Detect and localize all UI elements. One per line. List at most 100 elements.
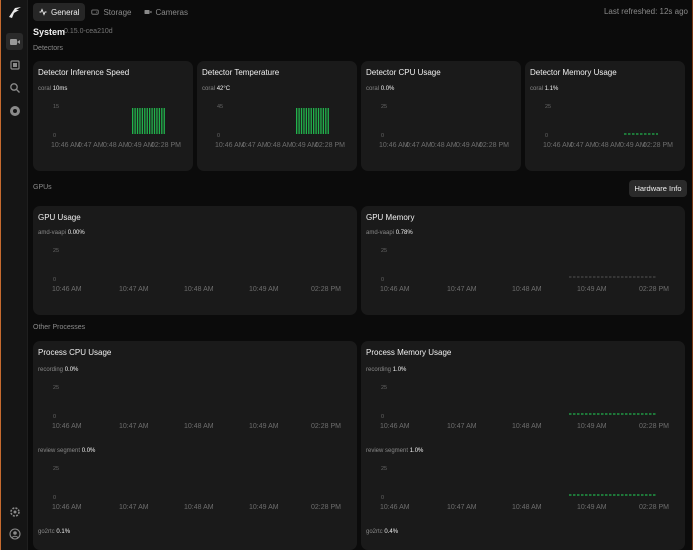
x-tick-label: 02:28 PM (311, 286, 341, 293)
chart-bar (146, 108, 148, 134)
hardware-info-button[interactable]: Hardware Info (629, 180, 687, 197)
series-value: 0.78% (395, 230, 413, 236)
chart-bar (132, 108, 134, 134)
process-card: Process CPU Usage recording 0.0% 25 0 10:46 … (33, 341, 357, 550)
series-stat: coral 0.0% (366, 86, 394, 92)
x-tick-label: 0:49 AM (620, 142, 646, 149)
search-icon (9, 82, 20, 93)
sidebar-item-settings[interactable] (6, 503, 23, 520)
x-tick-label: 10:49 AM (249, 504, 279, 511)
x-tick-label: 10:47 AM (119, 504, 149, 511)
chart-bar (298, 108, 300, 134)
series-stat: coral 42°C (202, 86, 230, 92)
sidebar-item-export[interactable] (6, 102, 23, 119)
series-name: coral (366, 86, 380, 92)
tab-cameras[interactable]: Cameras (138, 3, 194, 21)
series-value: 0.0% (380, 86, 395, 92)
card-title: Process CPU Usage (38, 348, 112, 357)
gpu-card: GPU Memory amd-vaapi 0.78% 25 0 10:46 AM 10:4… (361, 206, 685, 315)
x-tick-label: 10:49 AM (249, 423, 279, 430)
chart-bar (161, 108, 163, 134)
tab-storage[interactable]: Storage (85, 3, 137, 21)
series-name: amd-vaapi (38, 230, 67, 236)
x-tick-label: 10:48 AM (512, 504, 542, 511)
x-tick-label: 02:28 PM (151, 142, 181, 149)
x-tick-label: 10:46 AM (379, 142, 409, 149)
chart-bar (156, 108, 158, 134)
chart-bar (296, 108, 298, 134)
chart-bar (303, 108, 305, 134)
camera-icon (144, 10, 151, 14)
detector-card: Detector Memory Usage coral 1.1% 25 0 10:46 … (525, 61, 685, 171)
detector-card: Detector CPU Usage coral 0.0% 25 0 10:46 AM 0… (361, 61, 521, 171)
series-plot (33, 466, 357, 500)
sidebar-item-live[interactable] (6, 33, 23, 50)
user-icon (8, 527, 21, 540)
series-value: 10ms (52, 86, 68, 92)
x-tick-label: 0:49 AM (292, 142, 318, 149)
chart-bar (149, 108, 151, 134)
tab-label: Cameras (155, 7, 188, 17)
sidebar-item-explore[interactable] (6, 79, 23, 96)
x-tick-label: 02:28 PM (311, 504, 341, 511)
gpu-card: GPU Usage amd-vaapi 0.00% 25 0 10:46 AM 10:47… (33, 206, 357, 315)
tab-general[interactable]: General (33, 3, 86, 21)
x-tick-label: 02:28 PM (315, 142, 345, 149)
series-value: 42°C (216, 86, 231, 92)
series-plot (569, 494, 657, 496)
chart-bar (320, 108, 322, 134)
x-tick-label: 0:49 AM (128, 142, 154, 149)
series-plot (569, 413, 657, 415)
activity-icon (39, 8, 47, 16)
sidebar-item-account[interactable] (6, 525, 23, 542)
sidebar-item-review[interactable] (6, 56, 23, 73)
series-stat: review segment 0.0% (38, 448, 95, 454)
sidebar (1, 0, 28, 550)
series-value: 0.1% (56, 529, 71, 535)
x-tick-label: 10:46 AM (52, 286, 82, 293)
chart-bar (163, 108, 165, 134)
x-axis: 10:46 AM 10:47 AM 10:48 AM 10:49 AM 02:28 PM (33, 504, 357, 513)
series-name: recording (38, 367, 64, 373)
x-tick-label: 10:46 AM (52, 423, 82, 430)
chart-bar (317, 108, 320, 134)
x-tick-label: 10:47 AM (119, 286, 149, 293)
series-name: coral (202, 86, 216, 92)
frigate-logo (9, 7, 21, 18)
x-axis: 10:46 AM 10:47 AM 10:48 AM 10:49 AM 02:28 PM (33, 423, 357, 432)
chart-bar (327, 108, 329, 134)
x-tick-label: 10:49 AM (577, 504, 607, 511)
series-plot (624, 133, 658, 135)
chart-bar (153, 108, 156, 134)
chart-bar (158, 108, 161, 134)
x-tick-label: 10:48 AM (184, 286, 214, 293)
x-tick-label: 0:47 AM (406, 142, 432, 149)
series-name: go2rtc (366, 529, 383, 535)
x-tick-label: 0:47 AM (570, 142, 596, 149)
chart-bar (134, 108, 136, 134)
chart-bar (313, 108, 315, 134)
x-axis: 10:46 AM 10:47 AM 10:48 AM 10:49 AM 02:28 PM (361, 504, 685, 513)
card-title: Detector Temperature (202, 68, 280, 77)
x-tick-label: 0:49 AM (456, 142, 482, 149)
x-tick-label: 10:48 AM (512, 286, 542, 293)
section-other-processes: Other Processes (33, 324, 86, 331)
chart-bar (144, 108, 146, 134)
series-value: 0.4% (384, 529, 399, 535)
series-name: recording (366, 367, 392, 373)
x-tick-label: 10:48 AM (512, 423, 542, 430)
x-tick-label: 10:46 AM (215, 142, 245, 149)
x-tick-label: 10:47 AM (119, 423, 149, 430)
x-tick-label: 10:49 AM (577, 423, 607, 430)
series-stat: go2rtc 0.4% (366, 529, 398, 535)
chart-bar (310, 108, 312, 134)
x-tick-label: 02:28 PM (639, 286, 669, 293)
x-tick-label: 02:28 PM (479, 142, 509, 149)
x-tick-label: 10:47 AM (447, 286, 477, 293)
x-tick-label: 0:47 AM (78, 142, 104, 149)
x-tick-label: 02:28 PM (639, 504, 669, 511)
card-title: Detector Memory Usage (530, 68, 617, 77)
x-axis: 10:46 AM 10:47 AM 10:48 AM 10:49 AM 02:28 PM (361, 286, 685, 295)
section-gpus: GPUs (33, 184, 52, 191)
card-title: Detector CPU Usage (366, 68, 441, 77)
